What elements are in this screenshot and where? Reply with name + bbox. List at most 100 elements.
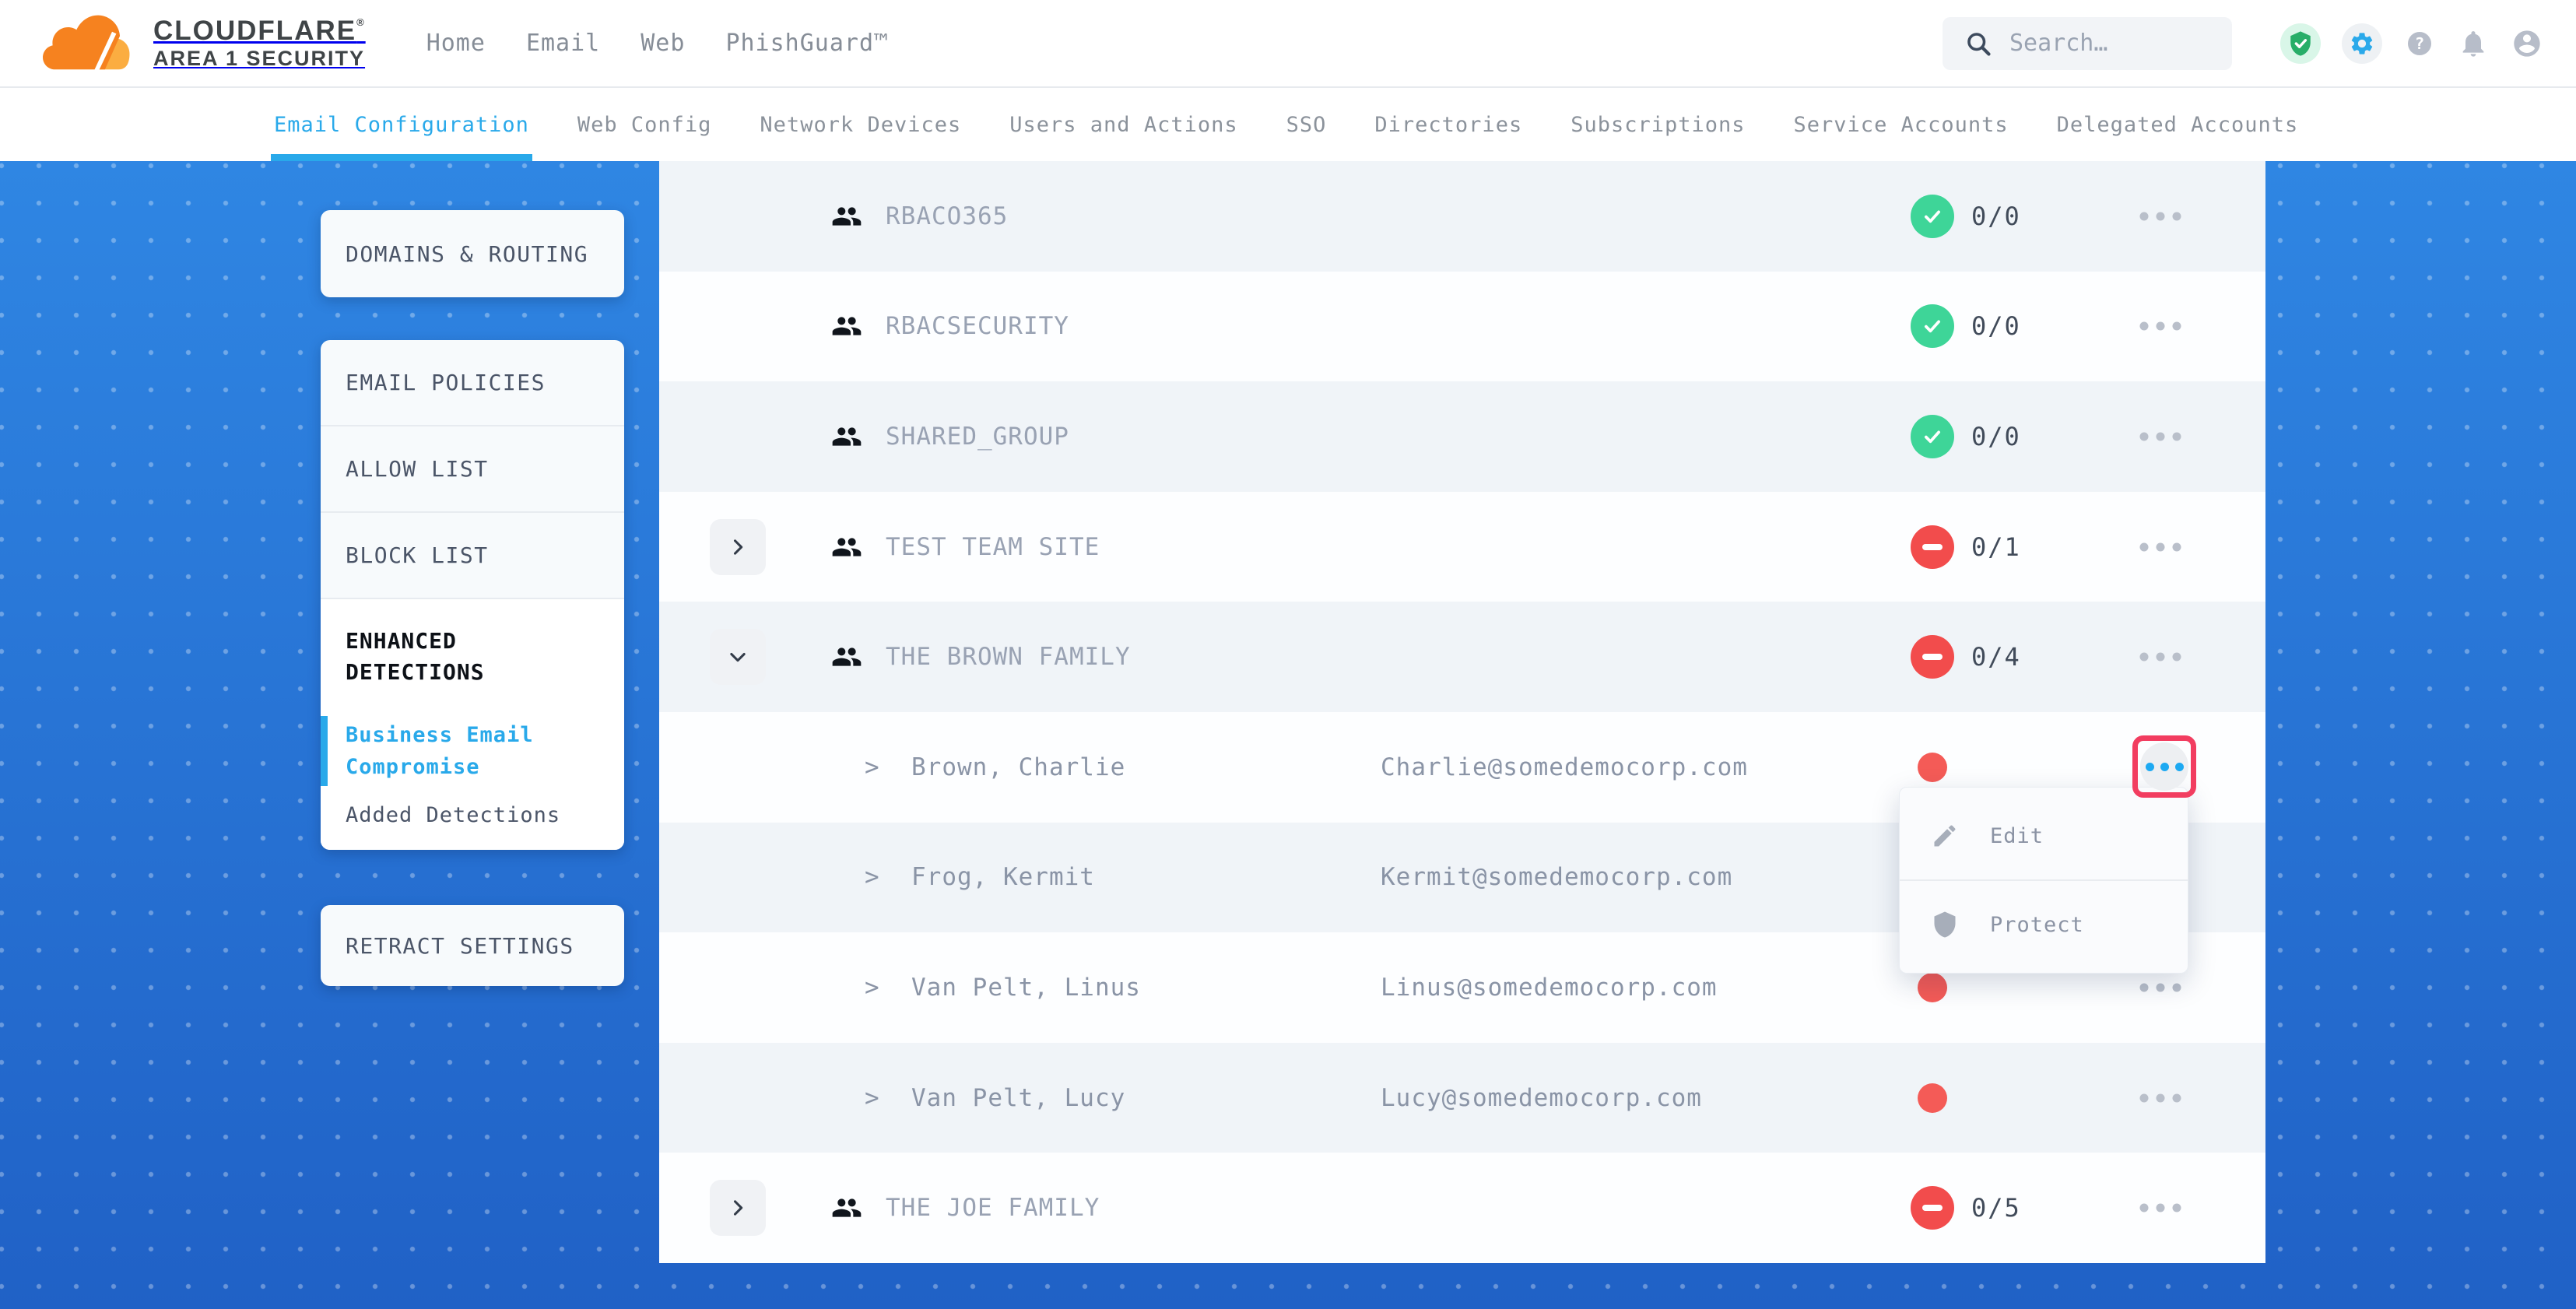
page-body: DOMAINS & ROUTING EMAIL POLICIES ALLOW L… bbox=[0, 161, 2576, 1309]
svg-text:?: ? bbox=[2415, 34, 2425, 53]
table-row[interactable]: RBACO365 0/0 bbox=[659, 161, 2265, 272]
row-email: Linus@somedemocorp.com bbox=[1381, 974, 1718, 1002]
expand-chevron-button[interactable] bbox=[710, 1180, 766, 1236]
search-box[interactable] bbox=[1943, 17, 2232, 70]
config-tab[interactable]: SSO bbox=[1286, 88, 1327, 161]
protection-count: 0/5 bbox=[1971, 1193, 2021, 1223]
search-input[interactable] bbox=[2008, 29, 2206, 58]
status-icon bbox=[1911, 1186, 1954, 1230]
menu-item-protect[interactable]: Protect bbox=[1900, 879, 2188, 968]
settings-gear-icon[interactable] bbox=[2342, 23, 2382, 64]
config-tab[interactable]: Web Config bbox=[577, 88, 712, 161]
pencil-icon bbox=[1931, 822, 1959, 850]
sidebar-item-domains-routing[interactable]: DOMAINS & ROUTING bbox=[321, 210, 624, 297]
expand-chevron-button[interactable] bbox=[710, 519, 766, 575]
cloudflare-cloud-icon bbox=[43, 14, 138, 73]
row-name: RBACSECURITY bbox=[886, 312, 1069, 340]
sidebar-item-allow-list[interactable]: ALLOW LIST bbox=[321, 426, 624, 513]
status-icon bbox=[1911, 525, 1954, 569]
row-email: Kermit@somedemocorp.com bbox=[1381, 863, 1732, 891]
row-actions-button[interactable] bbox=[2136, 322, 2185, 331]
config-tab[interactable]: Users and Actions bbox=[1009, 88, 1237, 161]
table-row[interactable]: THE JOE FAMILY 0/5 bbox=[659, 1153, 2265, 1263]
sidebar-item-email-policies[interactable]: EMAIL POLICIES bbox=[321, 340, 624, 426]
config-tab[interactable]: Email Configuration bbox=[274, 88, 529, 161]
row-name: SHARED_GROUP bbox=[886, 423, 1069, 451]
status-icon bbox=[1918, 1083, 1947, 1113]
status-icon bbox=[1911, 415, 1954, 458]
sidebar-item-retract-settings[interactable]: RETRACT SETTINGS bbox=[321, 905, 624, 986]
row-name: RBACO365 bbox=[886, 202, 1008, 230]
area1-security-app: CLOUDFLARE® AREA 1 SECURITY Home Email Web… bbox=[0, 0, 2576, 1309]
config-tabs: Email Configuration Web Config Network Dev… bbox=[0, 88, 2576, 161]
group-icon bbox=[831, 311, 862, 342]
sidebar-item-enhanced-detections[interactable]: ENHANCED DETECTIONS bbox=[346, 626, 579, 688]
table-row[interactable]: TEST TEAM SITE 0/1 bbox=[659, 492, 2265, 602]
protection-count: 0/0 bbox=[1971, 422, 2021, 451]
top-nav-link[interactable]: Email bbox=[526, 30, 600, 57]
member-prefix: > bbox=[865, 974, 879, 1002]
member-prefix: > bbox=[865, 753, 879, 781]
click-target-highlight bbox=[2132, 735, 2196, 798]
group-icon bbox=[831, 421, 862, 452]
logo-product: AREA 1 SECURITY bbox=[153, 47, 366, 70]
notifications-bell-icon[interactable] bbox=[2457, 27, 2490, 60]
context-menu: Edit Protect bbox=[1899, 787, 2188, 974]
row-name: Brown, Charlie bbox=[911, 753, 1125, 781]
row-name: THE JOE FAMILY bbox=[886, 1194, 1100, 1222]
row-actions-button[interactable] bbox=[2136, 983, 2185, 991]
sidebar-item-business-email-compromise[interactable]: Business Email Compromise bbox=[346, 719, 548, 783]
config-tab[interactable]: Delegated Accounts bbox=[2057, 88, 2299, 161]
protection-count: 0/1 bbox=[1971, 532, 2021, 562]
status-icon bbox=[1918, 753, 1947, 782]
protection-count: 0/0 bbox=[1971, 311, 2021, 341]
search-icon bbox=[1964, 30, 1992, 58]
shield-icon bbox=[1931, 911, 1959, 939]
protection-shield-check-icon[interactable] bbox=[2280, 23, 2321, 64]
row-name: THE BROWN FAMILY bbox=[886, 643, 1131, 671]
protection-count: 0/4 bbox=[1971, 642, 2021, 672]
top-nav: Home Email Web PhishGuard™ bbox=[426, 30, 889, 57]
top-header: CLOUDFLARE® AREA 1 SECURITY Home Email Web… bbox=[0, 0, 2576, 88]
sidebar-section-enhanced-detections: ENHANCED DETECTIONS Business Email Compr… bbox=[321, 599, 624, 850]
config-tab[interactable]: Service Accounts bbox=[1794, 88, 2009, 161]
table-row[interactable]: THE BROWN FAMILY 0/4 bbox=[659, 602, 2265, 712]
table-row[interactable]: > Van Pelt, Lucy Lucy@somedemocorp.com bbox=[659, 1043, 2265, 1153]
sidebar-item-block-list[interactable]: BLOCK LIST bbox=[321, 513, 624, 599]
config-tab[interactable]: Subscriptions bbox=[1571, 88, 1745, 161]
row-actions-button[interactable] bbox=[2136, 432, 2185, 440]
logo-brand: CLOUDFLARE® bbox=[153, 16, 366, 46]
table-row[interactable]: SHARED_GROUP 0/0 bbox=[659, 381, 2265, 492]
group-icon bbox=[831, 641, 862, 672]
top-nav-link[interactable]: PhishGuard™ bbox=[725, 30, 889, 57]
row-actions-button[interactable] bbox=[2136, 1204, 2185, 1212]
row-name: Van Pelt, Linus bbox=[911, 974, 1141, 1002]
table-row[interactable]: RBACSECURITY 0/0 bbox=[659, 272, 2265, 382]
row-actions-button[interactable] bbox=[2136, 1093, 2185, 1102]
row-actions-button[interactable] bbox=[2136, 542, 2185, 551]
status-icon bbox=[1911, 635, 1954, 679]
row-actions-button[interactable] bbox=[2136, 212, 2185, 220]
menu-item-edit[interactable]: Edit bbox=[1900, 792, 2188, 879]
protection-count: 0/0 bbox=[1971, 202, 2021, 231]
member-prefix: > bbox=[865, 1084, 879, 1112]
config-tab[interactable]: Directories bbox=[1374, 88, 1522, 161]
top-nav-link[interactable]: Home bbox=[426, 30, 486, 57]
group-icon bbox=[831, 532, 862, 563]
help-icon[interactable]: ? bbox=[2403, 27, 2436, 60]
row-actions-button[interactable] bbox=[2136, 653, 2185, 662]
top-nav-link[interactable]: Web bbox=[640, 30, 685, 57]
sidebar-item-added-detections[interactable]: Added Detections bbox=[346, 803, 599, 827]
row-email: Charlie@somedemocorp.com bbox=[1381, 753, 1748, 781]
row-email: Lucy@somedemocorp.com bbox=[1381, 1084, 1702, 1112]
user-avatar-icon[interactable] bbox=[2511, 27, 2543, 60]
row-actions-button-active[interactable] bbox=[2140, 742, 2188, 791]
config-tab[interactable]: Network Devices bbox=[760, 88, 961, 161]
expand-chevron-button[interactable] bbox=[710, 629, 766, 685]
group-icon bbox=[831, 201, 862, 232]
header-icon-cluster: ? bbox=[2280, 23, 2543, 64]
active-indicator-bar bbox=[321, 716, 328, 786]
member-prefix: > bbox=[865, 863, 879, 891]
cloudflare-logo[interactable]: CLOUDFLARE® AREA 1 SECURITY bbox=[43, 14, 366, 73]
sidebar-email-policies-card: EMAIL POLICIES ALLOW LIST BLOCK LIST ENH… bbox=[321, 340, 624, 850]
